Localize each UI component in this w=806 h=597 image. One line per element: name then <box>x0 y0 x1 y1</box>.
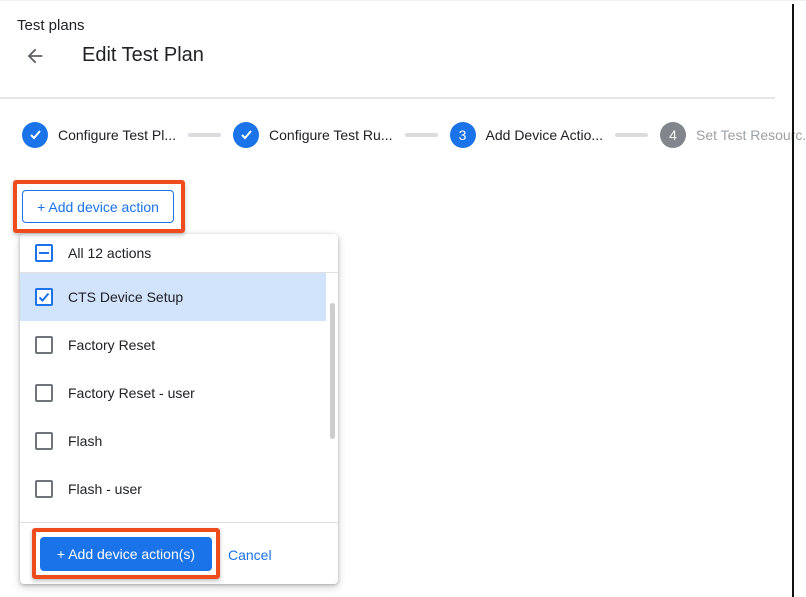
list-item-factory-reset-user[interactable]: Factory Reset - user <box>20 369 326 417</box>
checked-checkbox-icon[interactable] <box>35 288 53 306</box>
back-arrow-icon[interactable] <box>22 43 48 69</box>
list-item-factory-reset[interactable]: Factory Reset <box>20 321 326 369</box>
page-title: Edit Test Plan <box>82 44 204 67</box>
step-set-test-resources[interactable]: 4 Set Test Resourc... <box>660 122 806 148</box>
step-add-device-actions[interactable]: 3 Add Device Actio... <box>450 122 604 148</box>
indeterminate-checkbox-icon[interactable] <box>35 244 53 262</box>
unchecked-checkbox-icon[interactable] <box>35 480 53 498</box>
list-item-flash-user[interactable]: Flash - user <box>20 465 326 513</box>
step-complete-check-icon <box>22 122 48 148</box>
step-configure-test-plan[interactable]: Configure Test Pl... <box>22 122 176 148</box>
device-action-dropdown: All 12 actions CTS Device Setup Factory … <box>20 234 338 584</box>
unchecked-checkbox-icon[interactable] <box>35 336 53 354</box>
list-item-label: Factory Reset <box>68 337 155 353</box>
footer-divider <box>20 522 338 523</box>
unchecked-checkbox-icon[interactable] <box>35 432 53 450</box>
stepper-connector <box>405 133 438 137</box>
device-action-list: CTS Device Setup Factory Reset Factory R… <box>20 273 326 513</box>
select-all-label: All 12 actions <box>68 245 151 261</box>
add-device-action-button[interactable]: + Add device action <box>22 190 174 223</box>
step-number-badge: 4 <box>660 122 686 148</box>
step-label: Set Test Resourc... <box>696 127 806 143</box>
list-item-cts-device-setup[interactable]: CTS Device Setup <box>20 273 326 321</box>
select-all-row[interactable]: All 12 actions <box>20 234 338 272</box>
step-label: Configure Test Ru... <box>269 127 392 143</box>
unchecked-checkbox-icon[interactable] <box>35 384 53 402</box>
stepper-connector <box>615 133 648 137</box>
list-item-label: Flash <box>68 433 102 449</box>
edit-test-plan-page: Test plans Edit Test Plan Configure Test… <box>0 0 806 596</box>
confirm-add-device-actions-button[interactable]: + Add device action(s) <box>40 537 212 571</box>
list-item-flash[interactable]: Flash <box>20 417 326 465</box>
step-number-badge: 3 <box>450 122 476 148</box>
cancel-button[interactable]: Cancel <box>223 545 277 565</box>
scrollbar-thumb[interactable] <box>330 303 335 439</box>
step-complete-check-icon <box>233 122 259 148</box>
breadcrumb[interactable]: Test plans <box>17 17 85 34</box>
list-item-label: Flash - user <box>68 481 142 497</box>
stepper-connector <box>188 133 221 137</box>
step-label: Configure Test Pl... <box>58 127 176 143</box>
list-item-label: Factory Reset - user <box>68 385 195 401</box>
stepper: Configure Test Pl... Configure Test Ru..… <box>22 121 806 148</box>
header-divider <box>0 97 775 99</box>
step-label: Add Device Actio... <box>486 127 604 143</box>
window-edge <box>792 4 794 597</box>
list-item-label: CTS Device Setup <box>68 289 183 305</box>
step-configure-test-run[interactable]: Configure Test Ru... <box>233 122 392 148</box>
